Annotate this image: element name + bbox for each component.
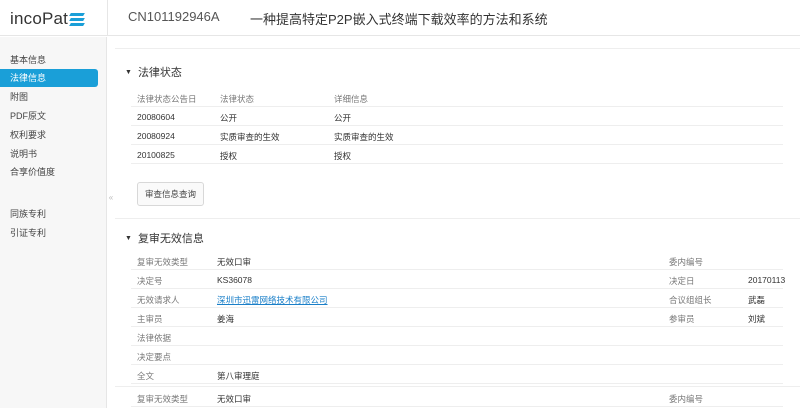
section-divider — [115, 48, 800, 49]
field-label: 委内编号 — [669, 257, 704, 267]
sidebar-item-basic-info[interactable]: 基本信息 — [0, 51, 98, 69]
table-row: 20100825 授权 授权 — [131, 145, 783, 164]
review-info-query-button[interactable]: 审查信息查询 — [137, 182, 204, 206]
legal-status-section-title[interactable]: ▼ 法律状态 — [125, 64, 182, 80]
table-row: 20080604 公开 公开 — [131, 107, 783, 126]
sidebar-item-claims[interactable]: 权利要求 — [0, 126, 98, 144]
table-row: 20080924 实质审查的生效 实质审查的生效 — [131, 126, 783, 145]
field-label: 决定日 — [669, 276, 695, 286]
field-value: 武磊 — [748, 295, 766, 305]
detail-row: 主审员 姜海 参审员 刘斌 — [131, 308, 783, 327]
cell-date: 20080604 — [137, 112, 175, 122]
table-header-row: 法律状态公告日 法律状态 详细信息 — [131, 88, 783, 107]
field-label: 复审无效类型 — [137, 257, 189, 267]
header-divider — [107, 0, 108, 36]
cell-detail: 公开 — [334, 113, 352, 123]
detail-row: 复审无效类型 无效口审 委内编号 — [131, 251, 783, 270]
sidebar-item-value[interactable]: 合享价值度 — [0, 163, 98, 181]
cell-status: 实质审查的生效 — [220, 132, 280, 142]
cell-date: 20100825 — [137, 150, 175, 160]
logo-text: incoPat — [10, 9, 69, 28]
section-divider — [115, 218, 800, 219]
caret-down-icon: ▼ — [125, 234, 132, 242]
detail-row: 复审无效类型 无效口审 委内编号 — [131, 388, 783, 407]
sidebar-item-family[interactable]: 同族专利 — [0, 205, 98, 223]
col-header-date: 法律状态公告日 — [137, 94, 197, 104]
sidebar-item-figures[interactable]: 附图 — [0, 88, 98, 106]
sidebar-item-pdf[interactable]: PDF原文 — [0, 107, 98, 125]
detail-row: 无效请求人 深圳市迅雷网络技术有限公司 合议组组长 武磊 — [131, 289, 783, 308]
patent-title: 一种提高特定P2P嵌入式终端下载效率的方法和系统 — [250, 12, 548, 27]
col-header-detail: 详细信息 — [334, 94, 369, 104]
logo-mark-icon — [69, 12, 85, 26]
record-divider — [115, 386, 800, 387]
patent-number: CN101192946A — [128, 9, 220, 24]
field-value: 姜海 — [217, 314, 235, 324]
cell-status: 授权 — [220, 151, 238, 161]
cell-status: 公开 — [220, 113, 238, 123]
cell-detail: 实质审查的生效 — [334, 132, 394, 142]
cell-date: 20080924 — [137, 131, 175, 141]
col-header-status: 法律状态 — [220, 94, 255, 104]
sidebar-item-description[interactable]: 说明书 — [0, 145, 98, 163]
cell-detail: 授权 — [334, 151, 352, 161]
field-value: 无效口审 — [217, 394, 252, 404]
field-label: 主审员 — [137, 314, 163, 324]
field-label: 决定号 — [137, 276, 163, 286]
field-label: 复审无效类型 — [137, 394, 189, 404]
field-label: 委内编号 — [669, 394, 704, 404]
detail-row: 决定号 KS36078 决定日 20170113 — [131, 270, 786, 289]
detail-row: 全文 第八审理庭 — [131, 365, 783, 384]
sidebar-item-legal-info[interactable]: 法律信息 — [0, 69, 98, 87]
field-value: 20170113 — [748, 275, 786, 285]
field-value: 无效口审 — [217, 257, 252, 267]
review-title: 复审无效信息 — [137, 233, 204, 245]
field-label: 决定要点 — [137, 352, 172, 362]
field-value: 第八审理庭 — [217, 371, 260, 381]
sidebar-collapse-icon[interactable]: « — [107, 190, 115, 206]
sidebar-nav: 基本信息 法律信息 附图 PDF原文 权利要求 说明书 合享价值度 同族专利 引… — [0, 37, 107, 408]
field-value: KS36078 — [217, 275, 252, 285]
field-label: 合议组组长 — [669, 295, 712, 305]
field-label: 法律依据 — [137, 333, 172, 343]
caret-down-icon: ▼ — [125, 68, 132, 76]
field-value: 刘斌 — [748, 314, 766, 324]
detail-row: 法律依据 — [131, 327, 783, 346]
field-label: 参审员 — [669, 314, 695, 324]
sidebar-item-citations[interactable]: 引证专利 — [0, 224, 98, 242]
main-content: ▼ 法律状态 法律状态公告日 法律状态 详细信息 20080604 公开 公开 … — [115, 37, 800, 408]
top-header: incoPat CN101192946A 一种提高特定P2P嵌入式终端下载效率的… — [0, 0, 800, 36]
legal-status-title: 法律状态 — [137, 67, 182, 79]
requester-link[interactable]: 深圳市迅雷网络技术有限公司 — [217, 295, 328, 305]
field-label: 无效请求人 — [137, 295, 180, 305]
review-section-title[interactable]: ▼ 复审无效信息 — [125, 230, 204, 246]
detail-row: 决定要点 — [131, 346, 783, 365]
incopat-logo[interactable]: incoPat — [10, 9, 85, 29]
field-label: 全文 — [137, 371, 155, 381]
